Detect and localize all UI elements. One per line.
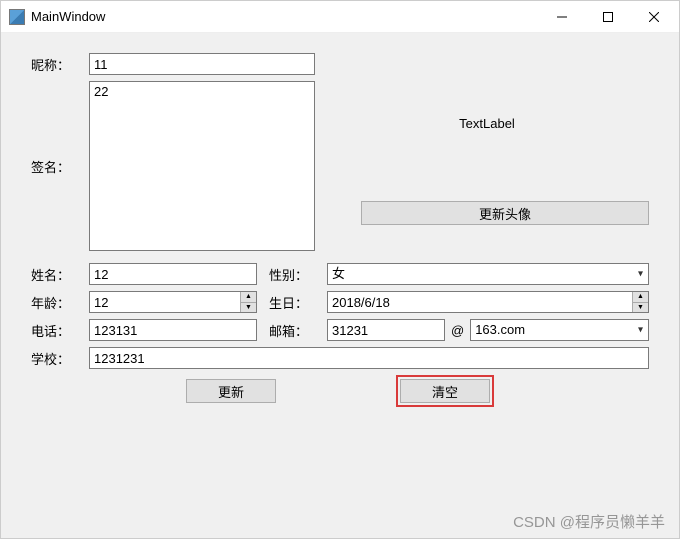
nickname-input[interactable] (89, 53, 315, 75)
birthday-label: 生日： (269, 293, 327, 312)
gender-select[interactable]: 女 (327, 263, 649, 285)
avatar-placeholder: TextLabel (361, 53, 613, 193)
avatar-text: TextLabel (459, 116, 515, 131)
update-button[interactable]: 更新 (186, 379, 276, 403)
gender-label: 性别： (269, 265, 327, 284)
minimize-icon (557, 12, 567, 22)
maximize-button[interactable] (585, 2, 631, 32)
age-spin-buttons[interactable]: ▲▼ (240, 292, 256, 312)
window-icon (9, 9, 25, 25)
email-user-input[interactable] (327, 319, 445, 341)
age-label: 年龄： (31, 293, 89, 312)
phone-input[interactable] (89, 319, 257, 341)
email-at-label: @ (445, 323, 470, 338)
email-label: 邮箱： (269, 321, 327, 340)
age-spinbox[interactable] (89, 291, 257, 313)
update-avatar-button[interactable]: 更新头像 (361, 201, 649, 225)
name-input[interactable] (89, 263, 257, 285)
watermark: CSDN @程序员懒羊羊 (513, 511, 665, 532)
nickname-label: 昵称： (31, 55, 89, 74)
form-content: 昵称： 签名： 22 TextLabel 更新头像 姓名： 性别： 女 (1, 33, 679, 538)
signature-label: 签名： (31, 157, 89, 176)
birthday-spin-buttons[interactable]: ▲▼ (632, 292, 648, 312)
school-label: 学校： (31, 349, 89, 368)
titlebar: MainWindow (1, 1, 679, 33)
close-button[interactable] (631, 2, 677, 32)
birthday-dateedit[interactable] (327, 291, 649, 313)
email-domain-select[interactable]: 163.com (470, 319, 649, 341)
window-title: MainWindow (31, 9, 105, 24)
phone-label: 电话： (31, 321, 89, 340)
maximize-icon (603, 12, 613, 22)
clear-highlight: 清空 (396, 375, 494, 407)
clear-button[interactable]: 清空 (400, 379, 490, 403)
school-input[interactable] (89, 347, 649, 369)
close-icon (649, 12, 659, 22)
name-label: 姓名： (31, 265, 89, 284)
minimize-button[interactable] (539, 2, 585, 32)
window-controls (539, 2, 677, 32)
signature-textarea[interactable]: 22 (89, 81, 315, 251)
